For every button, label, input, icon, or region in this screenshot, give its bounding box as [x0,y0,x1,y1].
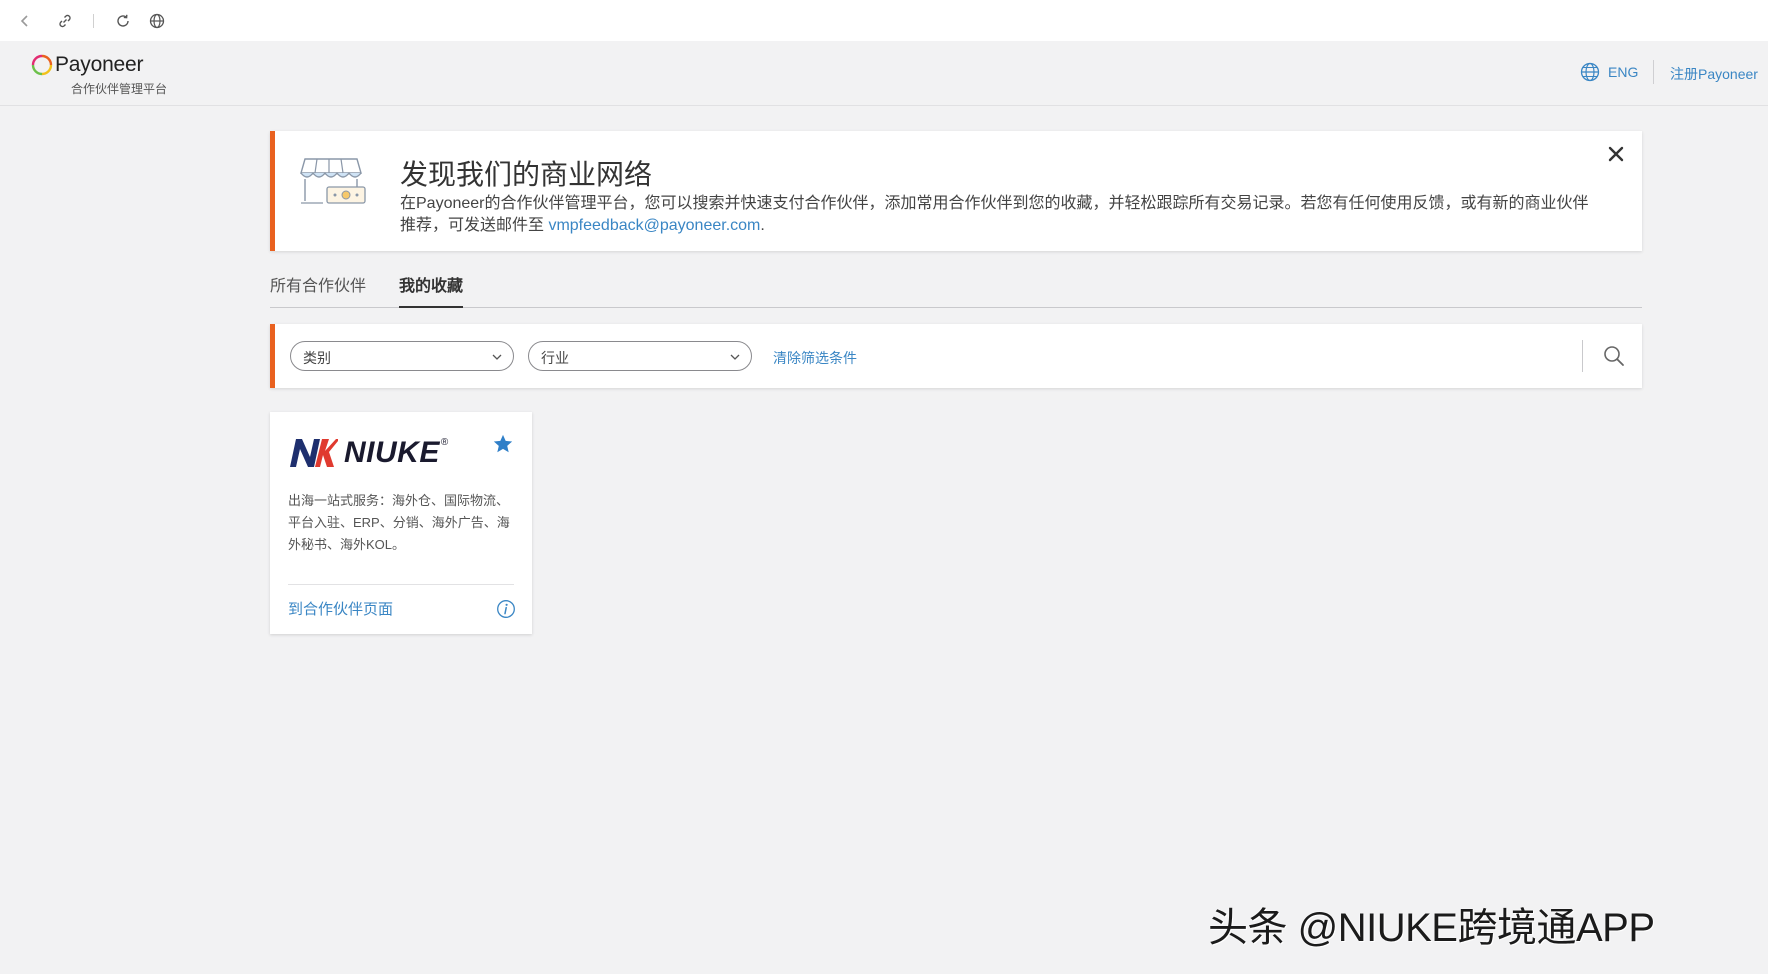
language-globe-icon [1580,62,1600,82]
niuke-logo[interactable]: NIUKE ® [288,437,448,469]
partner-page-link[interactable]: 到合作伙伴页面 [288,598,393,619]
nk-logo-icon [290,439,338,467]
filter-divider [1582,340,1583,372]
feedback-email-link[interactable]: vmpfeedback@payoneer.com [548,217,760,234]
tab-all-partners[interactable]: 所有合作伙伴 [270,272,366,306]
reload-icon[interactable] [114,12,132,30]
language-label: ENG [1608,64,1639,80]
chevron-down-icon [492,354,502,360]
banner-description: 在Payoneer的合作伙伴管理平台，您可以搜索并快速支付合作伙伴，添加常用合作… [400,193,1590,237]
app-header: Payoneer 合作伙伴管理平台 ENG 注册Payoneer [0,41,1768,106]
banner-text-end: . [760,217,765,234]
browser-toolbar [0,0,1768,41]
watermark-text: 头条 @NIUKE跨境通APP [1208,906,1655,950]
chevron-down-icon [730,354,740,360]
star-icon [493,434,513,453]
payoneer-logo[interactable]: Payoneer [31,53,143,77]
industry-select[interactable]: 行业 [528,341,752,371]
category-select-label: 类别 [303,350,331,366]
card-divider [288,584,514,585]
banner-title: 发现我们的商业网络 [400,159,653,190]
niuke-wordmark: NIUKE [344,436,440,469]
partner-card: NIUKE ® 出海一站式服务：海外仓、国际物流、平台入驻、ERP、分销、海外广… [270,412,532,634]
info-icon [497,600,515,618]
payoneer-ring-icon [31,54,53,76]
tab-my-favorites[interactable]: 我的收藏 [399,272,464,308]
industry-select-label: 行业 [541,350,569,366]
back-icon[interactable] [16,12,34,30]
marketplace-illustration-icon [300,158,366,204]
search-icon [1604,346,1624,366]
clear-filters-link[interactable]: 清除筛选条件 [773,348,857,368]
globe-icon[interactable] [148,12,166,30]
toolbar-divider [93,14,94,28]
favorite-star-button[interactable] [492,433,514,455]
link-icon[interactable] [56,12,74,30]
search-button[interactable] [1602,344,1626,368]
filter-bar: 类别 行业 清除筛选条件 [270,324,1642,388]
close-banner-button[interactable] [1606,144,1626,164]
platform-subtitle: 合作伙伴管理平台 [71,82,168,96]
partner-description: 出海一站式服务：海外仓、国际物流、平台入驻、ERP、分销、海外广告、海外秘书、海… [288,493,510,552]
header-divider [1653,60,1654,84]
intro-banner: 发现我们的商业网络 在Payoneer的合作伙伴管理平台，您可以搜索并快速支付合… [270,131,1642,251]
partner-info-button[interactable] [496,599,516,619]
registered-mark: ® [440,437,449,448]
language-switcher[interactable]: ENG [1580,62,1638,82]
category-select[interactable]: 类别 [290,341,514,371]
brand-name: Payoneer [55,53,144,76]
register-link[interactable]: 注册Payoneer [1670,64,1758,84]
partner-tabs: 所有合作伙伴 我的收藏 [270,266,1642,308]
close-icon [1608,146,1624,162]
